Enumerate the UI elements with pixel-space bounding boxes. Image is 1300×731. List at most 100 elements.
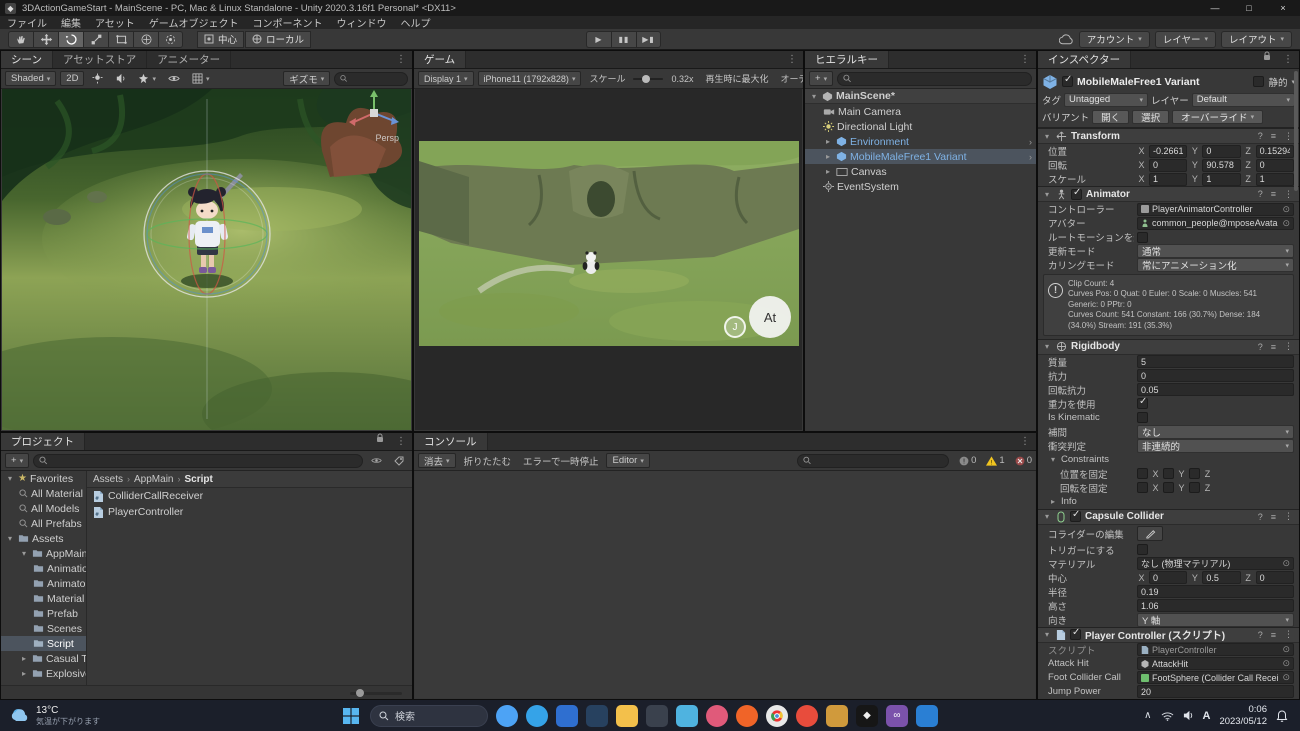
is-trigger-checkbox[interactable] [1137,544,1148,556]
tree-all-material[interactable]: All Material [1,486,86,501]
hierarchy-search[interactable] [837,71,1032,86]
collision-detection-dropdown[interactable]: 非連続的 ▾ [1137,438,1294,453]
scene-visibility-icon[interactable] [164,71,184,86]
taskbar-app-mail-icon[interactable] [556,704,578,727]
scene-effects-dropdown[interactable]: ▾ [134,71,160,86]
foldout-icon[interactable]: ▾ [1042,190,1052,199]
taskbar-app-terminal-icon[interactable] [646,704,668,727]
object-picker-icon[interactable]: ⊙ [1282,672,1290,683]
drag-field[interactable] [1137,369,1294,383]
attack-hit-field[interactable]: AttackHit ⊙ [1137,657,1294,671]
hand-tool-button[interactable] [8,30,33,48]
object-picker-icon[interactable]: ⊙ [1282,658,1290,669]
ime-mode-indicator[interactable]: A [1203,710,1211,722]
pivot-center-toggle[interactable]: 中心 [197,30,245,48]
maximize-on-play-toggle[interactable]: 再生時に最大化 [702,71,773,86]
tree-animation[interactable]: Animation [1,561,86,576]
shading-mode-dropdown[interactable]: Shaded ▾ [5,71,57,86]
hierarchy-add-button[interactable]: + ▾ [809,71,834,86]
scene-grid-dropdown[interactable]: ▾ [188,71,214,86]
script-object-field[interactable]: PlayerController ⊙ [1137,643,1294,657]
maximize-button[interactable]: □ [1232,0,1266,16]
preset-icon[interactable]: ≡ [1269,342,1278,352]
foldout-icon[interactable]: ▾ [809,92,819,101]
tree-casual-tiny[interactable]: ▸ Casual Tiny... [1,651,86,666]
scale-y-field[interactable] [1202,172,1241,186]
hierarchy-item-main-camera[interactable]: Main Camera [805,104,1036,119]
scale-slider[interactable] [633,74,664,83]
transform-header[interactable]: ▾ Transform ? ≡ ⋮ [1038,128,1299,144]
foldout-icon[interactable]: ▸ [19,669,29,678]
foldout-icon[interactable]: ▾ [5,474,15,483]
transform-tool-button[interactable] [133,30,158,48]
is-kinematic-checkbox[interactable] [1137,412,1148,424]
menu-help[interactable]: ヘルプ [394,15,438,30]
menu-gameobject[interactable]: ゲームオブジェクト [142,15,246,30]
height-field[interactable] [1137,599,1294,613]
volume-icon[interactable] [1183,710,1194,721]
icon-size-slider-knob[interactable] [356,689,364,697]
taskbar-app-clip-studio-icon[interactable] [706,704,728,727]
help-icon[interactable]: ? [1256,630,1265,640]
tab-asset-store[interactable]: アセットストア [52,51,148,68]
center-x-field[interactable] [1149,571,1188,585]
tree-prefab[interactable]: Prefab [1,606,86,621]
tree-all-models[interactable]: All Models [1,501,86,516]
animator-header[interactable]: ▾ ✓ Animator ? ≡ ⋮ [1038,186,1299,202]
physic-material-field[interactable]: なし (物理マテリアル) ⊙ [1137,557,1294,571]
layers-dropdown[interactable]: レイヤー ▾ [1154,30,1216,48]
player-controller-header[interactable]: ▾ ✓ Player Controller (スクリプト) ? ≡ ⋮ [1038,626,1299,643]
account-dropdown[interactable]: アカウント ▾ [1078,30,1150,48]
project-add-button[interactable]: + ▾ [5,453,30,468]
update-mode-dropdown[interactable]: 通常 ▾ [1137,244,1294,258]
perspective-label[interactable]: Persp [375,133,399,143]
apply-root-motion-checkbox[interactable] [1137,231,1148,243]
taskbar-clock[interactable]: 0:06 2023/05/12 [1219,704,1267,728]
minimize-button[interactable]: — [1198,0,1232,16]
object-picker-icon[interactable]: ⊙ [1282,204,1290,215]
icon-size-slider[interactable] [350,689,402,697]
start-button[interactable] [340,705,362,727]
use-gravity-checkbox[interactable]: ✓ [1137,396,1148,410]
pause-button[interactable]: ▮▮ [611,31,636,48]
tray-chevron-icon[interactable]: ∧ [1144,710,1151,721]
file-playercontroller[interactable]: # PlayerController [87,504,412,520]
console-collapse-toggle[interactable]: 折りたたむ [460,453,516,468]
menu-window[interactable]: ウィンドウ [330,15,394,30]
prefab-open-arrow-icon[interactable]: › [1029,137,1032,147]
taskbar-app-chrome-icon[interactable] [766,704,788,727]
lock-icon[interactable] [1257,51,1277,68]
console-log-area[interactable] [415,471,1035,698]
rotation-z-field[interactable] [1255,158,1294,172]
close-button[interactable]: × [1266,0,1300,16]
project-search-input[interactable] [50,455,357,466]
capsule-enabled-checkbox[interactable]: ✓ [1070,509,1081,523]
component-menu-icon[interactable]: ⋮ [1282,629,1295,640]
console-clear-button[interactable]: 消去 ▾ [418,453,456,468]
tree-material[interactable]: Material [1,591,86,606]
rotation-x-field[interactable] [1149,158,1188,172]
taskbar-app-unity-icon[interactable]: ◆ [856,704,878,727]
tree-favorites[interactable]: ▾ ★ Favorites [1,471,86,486]
play-button[interactable]: ▶ [586,31,611,48]
tree-all-prefabs[interactable]: All Prefabs [1,516,86,531]
search-by-type-icon[interactable] [367,453,386,468]
layout-dropdown[interactable]: レイアウト ▾ [1220,30,1292,48]
notification-bell-icon[interactable] [1276,709,1288,722]
project-search[interactable] [33,453,363,468]
search-by-label-icon[interactable] [390,453,408,468]
panel-menu-icon[interactable]: ⋮ [1014,433,1036,450]
tree-script[interactable]: Script [1,636,86,651]
taskbar-app-photos-icon[interactable] [676,704,698,727]
object-picker-icon[interactable]: ⊙ [1282,558,1290,569]
interpolate-dropdown[interactable]: なし ▾ [1137,424,1294,439]
foot-collider-call-field[interactable]: FootSphere (Collider Call Recei ⊙ [1137,671,1294,685]
foldout-icon[interactable]: ▾ [5,534,15,543]
mute-audio-toggle[interactable]: オーディオをミュート [777,71,803,86]
avatar-object-field[interactable]: common_people@mposeAvata ⊙ [1137,216,1294,230]
console-error-pause-toggle[interactable]: エラーで一時停止 [519,453,602,468]
panel-menu-icon[interactable]: ⋮ [390,51,412,68]
aspect-dropdown[interactable]: iPhone11 (1792x828) ▾ [477,71,582,86]
prefab-overrides-dropdown[interactable]: オーバーライド ▾ [1172,109,1264,124]
rect-tool-button[interactable] [108,30,133,48]
